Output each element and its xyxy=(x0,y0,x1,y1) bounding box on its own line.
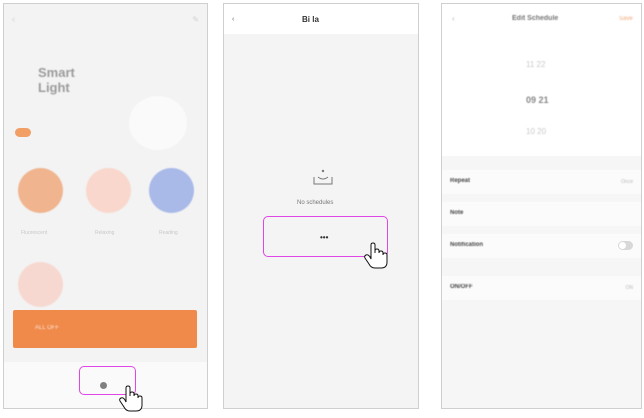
empty-schedule-icon xyxy=(312,168,334,186)
toggle-knob xyxy=(619,242,626,249)
scene-custom-button[interactable] xyxy=(18,262,63,307)
all-off-label: ALL OFF xyxy=(35,325,60,331)
smart-light-screen: ‹ ✎ Smart Light Fluorescent Relaxing Rea… xyxy=(3,3,208,409)
screen-title: Edit Schedule xyxy=(512,15,559,22)
power-toggle[interactable] xyxy=(15,128,31,137)
time-picker[interactable]: 11 22 09 21 10 20 xyxy=(442,34,641,156)
edit-icon[interactable]: ✎ xyxy=(192,15,199,24)
scene-relaxing-button[interactable] xyxy=(86,168,131,213)
setting-label: ON/OFF xyxy=(450,284,473,290)
setting-label: Notification xyxy=(450,242,483,248)
empty-state-text: No schedules xyxy=(297,200,334,206)
hand-cursor-icon xyxy=(363,242,389,270)
setting-row-onoff[interactable]: ON/OFF ON xyxy=(442,276,641,300)
screen-title: Bi la xyxy=(302,15,319,24)
back-icon[interactable]: ‹ xyxy=(12,14,15,24)
scene-label: Reading xyxy=(159,230,178,236)
hand-cursor-icon xyxy=(118,385,144,413)
scene-fluorescent-button[interactable] xyxy=(18,168,63,213)
light-bulb-image xyxy=(129,96,187,150)
scene-label: Relaxing xyxy=(95,230,115,236)
time-selected: 09 21 xyxy=(526,95,549,105)
back-icon[interactable]: ‹ xyxy=(452,14,455,23)
back-icon[interactable]: ‹ xyxy=(232,16,234,23)
setting-row-note[interactable]: Note xyxy=(442,202,641,226)
scene-reading-button[interactable] xyxy=(149,168,194,213)
setting-row-notification[interactable]: Notification xyxy=(442,234,641,258)
setting-label: Note xyxy=(450,210,464,216)
setting-row-repeat[interactable]: Repeat Once xyxy=(442,170,641,194)
all-off-button[interactable]: ALL OFF xyxy=(13,310,197,348)
notification-toggle[interactable] xyxy=(618,241,633,250)
setting-label: Repeat xyxy=(450,178,471,184)
time-option: 11 22 xyxy=(526,60,546,69)
setting-value: Once xyxy=(621,179,633,185)
scene-label: Fluorescent xyxy=(21,230,48,236)
time-option: 10 20 xyxy=(526,127,547,136)
header-bar xyxy=(224,4,418,34)
save-button[interactable]: Save xyxy=(619,16,633,22)
page-title: Smart Light xyxy=(38,65,75,95)
schedule-screen: ‹ Bi la No schedules ••• xyxy=(223,3,419,409)
edit-schedule-screen: ‹ Edit Schedule Save 11 22 09 21 10 20 R… xyxy=(441,3,642,409)
setting-value: ON xyxy=(625,285,634,291)
